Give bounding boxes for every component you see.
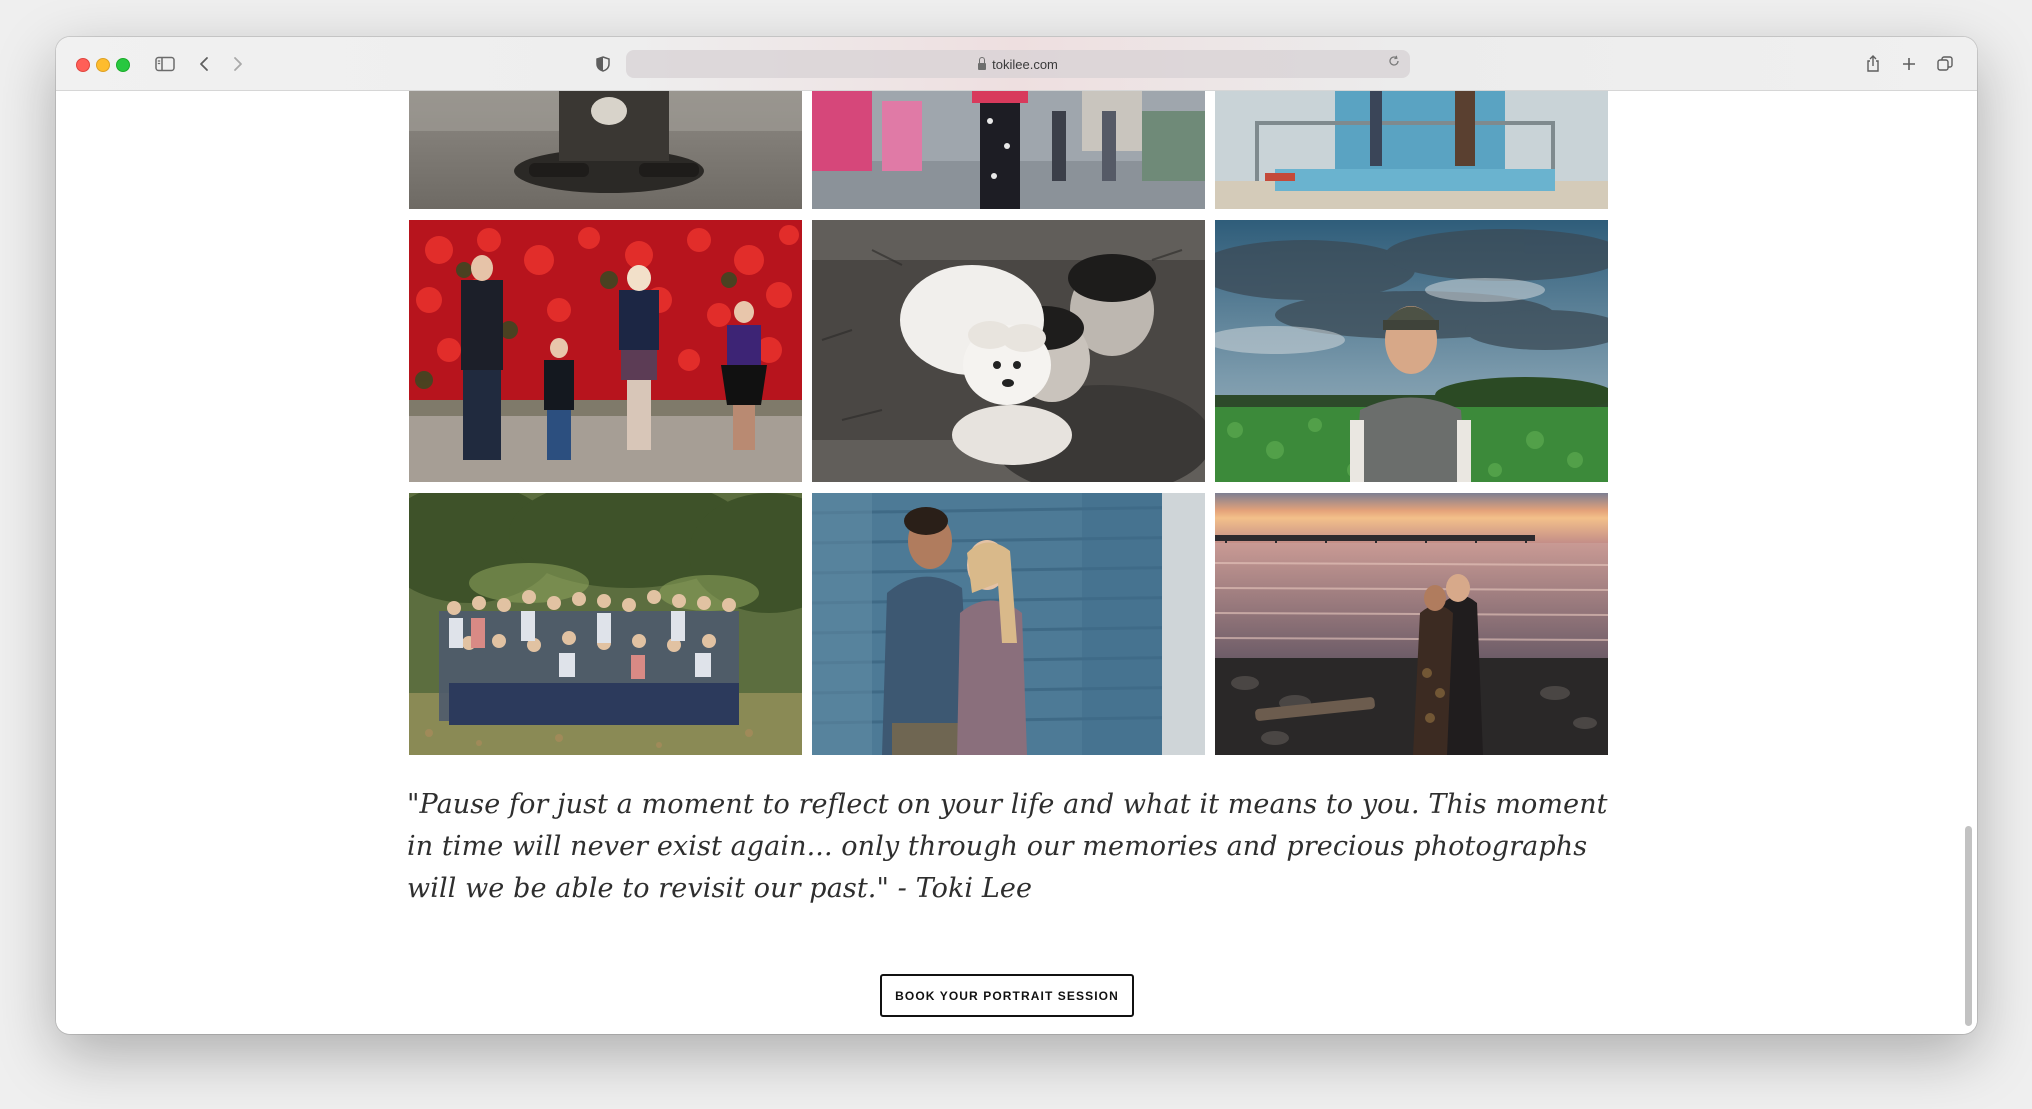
photo-couple-sunset-pier[interactable] xyxy=(1215,493,1608,755)
photo-couple-blue-wall[interactable] xyxy=(812,493,1205,755)
photo-family-red-flowers[interactable] xyxy=(409,220,802,482)
privacy-shield-icon[interactable] xyxy=(592,51,614,77)
photo-couple-with-puppy[interactable] xyxy=(812,220,1205,482)
photo-guitar-couple[interactable] xyxy=(409,91,802,209)
zoom-window-button[interactable] xyxy=(116,58,130,72)
browser-window: tokilee.com "Pause for just a moment to … xyxy=(56,37,1977,1034)
url-text: tokilee.com xyxy=(992,56,1058,72)
testimonial-quote: "Pause for just a moment to reflect on y… xyxy=(407,789,1608,904)
forward-icon[interactable] xyxy=(228,51,248,77)
minimize-window-button[interactable] xyxy=(96,58,110,72)
back-icon[interactable] xyxy=(194,51,214,77)
sidebar-toggle-icon[interactable] xyxy=(152,51,178,77)
new-tab-icon[interactable] xyxy=(1899,51,1919,77)
photo-large-family-group[interactable] xyxy=(409,493,802,755)
tab-overview-icon[interactable] xyxy=(1935,51,1955,77)
scrollbar-thumb[interactable] xyxy=(1965,826,1972,1026)
photo-lifeguard-tower[interactable] xyxy=(1215,91,1608,209)
photo-street-walk[interactable] xyxy=(812,91,1205,209)
lock-icon xyxy=(978,56,987,70)
reload-icon[interactable] xyxy=(1388,55,1400,70)
book-portrait-session-button[interactable]: BOOK YOUR PORTRAIT SESSION xyxy=(880,974,1134,1017)
close-window-button[interactable] xyxy=(76,58,90,72)
page-content: "Pause for just a moment to reflect on y… xyxy=(56,91,1977,1034)
share-icon[interactable] xyxy=(1863,51,1883,77)
photo-boy-in-field[interactable] xyxy=(1215,220,1608,482)
desktop: tokilee.com "Pause for just a moment to … xyxy=(0,0,2032,1109)
browser-toolbar: tokilee.com xyxy=(56,37,1977,91)
address-bar[interactable]: tokilee.com xyxy=(626,50,1410,78)
